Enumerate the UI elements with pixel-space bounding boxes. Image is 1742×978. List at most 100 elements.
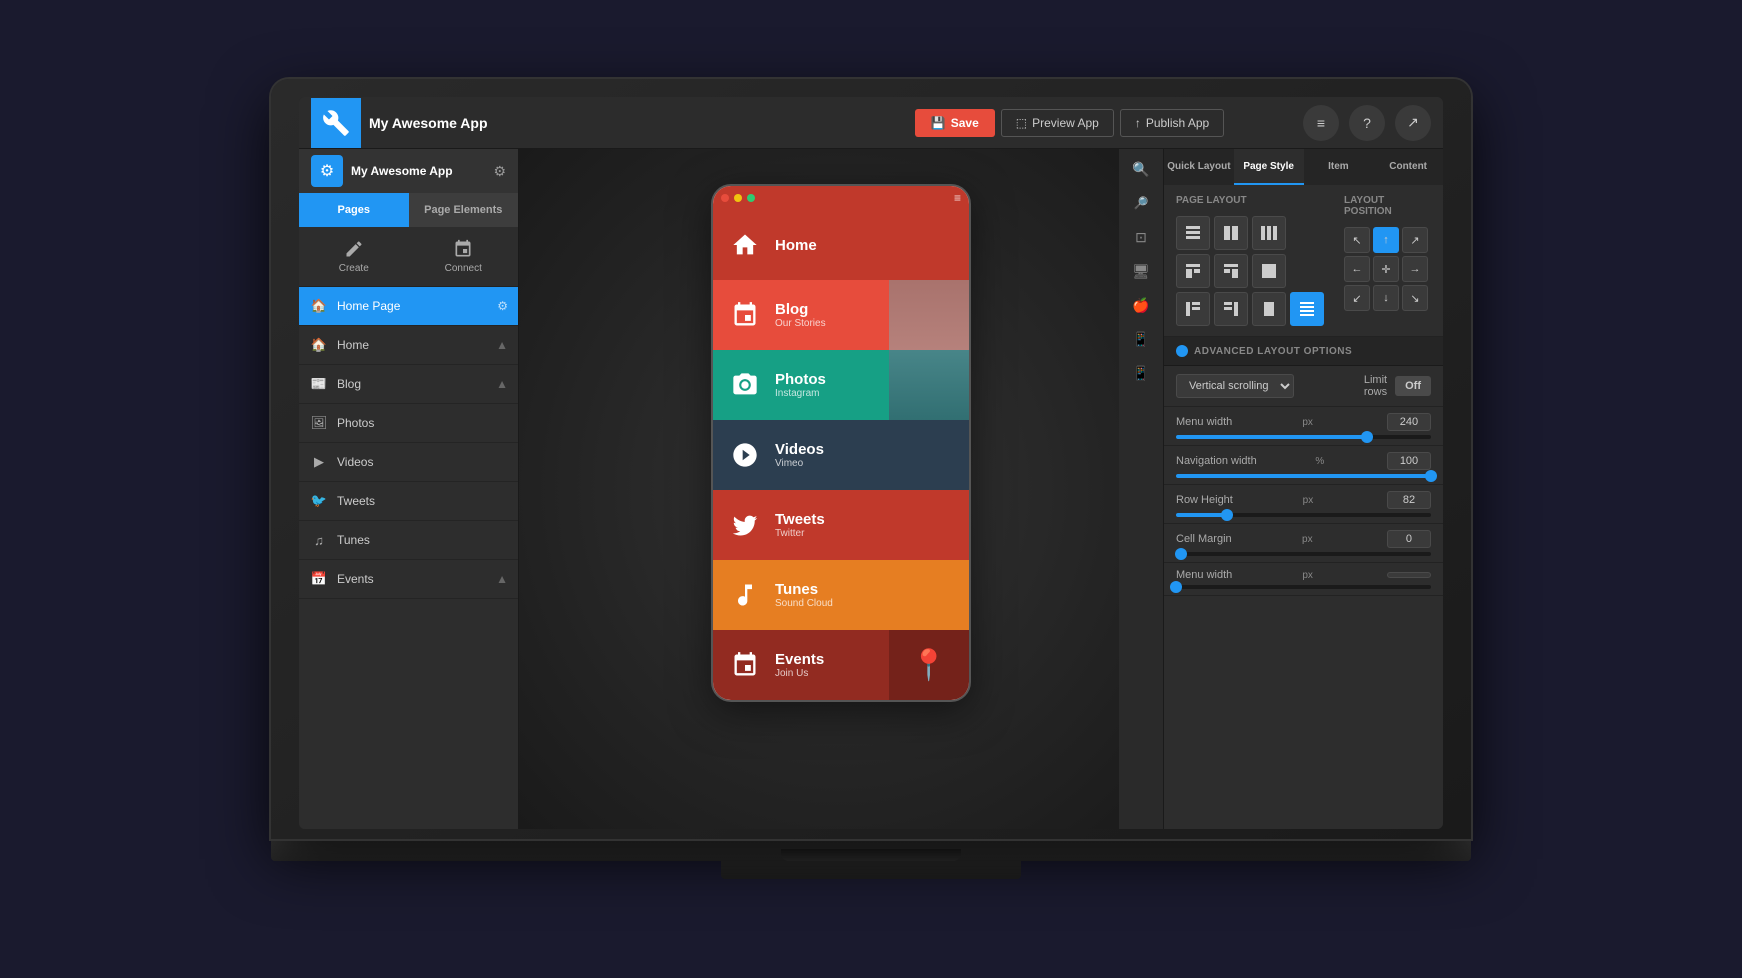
help-icon-button[interactable]: ? bbox=[1349, 105, 1385, 141]
dot-green bbox=[747, 194, 755, 202]
layout-sidebar-left-icon[interactable] bbox=[1176, 292, 1210, 326]
dot-red bbox=[721, 194, 729, 202]
mobile-view-button[interactable]: 📱 bbox=[1125, 357, 1157, 389]
export-icon: ↗ bbox=[1407, 114, 1419, 131]
cell-margin-track[interactable] bbox=[1176, 552, 1431, 556]
pos-middle-left[interactable]: ← bbox=[1344, 256, 1370, 282]
tab-quick-layout[interactable]: Quick Layout bbox=[1164, 149, 1234, 185]
export-icon-button[interactable]: ↗ bbox=[1395, 105, 1431, 141]
top-bar-right: ≡ ? ↗ bbox=[1303, 105, 1431, 141]
publish-button[interactable]: ↑ Publish App bbox=[1120, 109, 1224, 137]
connect-icon bbox=[453, 239, 473, 259]
menu-row-photos[interactable]: Photos Instagram bbox=[713, 350, 969, 420]
sidebar-item-tweets[interactable]: 🐦 Tweets bbox=[299, 482, 518, 521]
menu-row-tunes[interactable]: Tunes Sound Cloud bbox=[713, 560, 969, 630]
layout-full-icon[interactable] bbox=[1252, 254, 1286, 288]
android-button[interactable]: 📱 bbox=[1125, 323, 1157, 355]
layout-grid-left-icon[interactable] bbox=[1176, 254, 1210, 288]
apple-button[interactable]: 🍎 bbox=[1125, 289, 1157, 321]
tab-page-elements[interactable]: Page Elements bbox=[409, 193, 519, 227]
connect-action[interactable]: Connect bbox=[409, 227, 519, 286]
tab-pages[interactable]: Pages bbox=[299, 193, 409, 227]
menu-row-tweets[interactable]: Tweets Twitter bbox=[713, 490, 969, 560]
top-bar: My Awesome App 💾 Save ⬚ Preview App ↑ bbox=[299, 97, 1443, 149]
laptop-shell: My Awesome App 💾 Save ⬚ Preview App ↑ bbox=[271, 79, 1471, 899]
photos-menu-text: Photos Instagram bbox=[775, 371, 826, 399]
desktop-view-button[interactable]: 🖥 bbox=[1125, 255, 1157, 287]
layout-1col-icon[interactable] bbox=[1176, 216, 1210, 250]
zoom-out-button[interactable]: 🔎 bbox=[1125, 187, 1157, 219]
menu-row-videos[interactable]: Videos Vimeo bbox=[713, 420, 969, 490]
menu-width-2-slider-row: Menu width px bbox=[1164, 563, 1443, 596]
row-height-unit: px bbox=[1303, 495, 1314, 506]
menu-width-2-track[interactable] bbox=[1176, 585, 1431, 589]
nav-width-value[interactable]: 100 bbox=[1387, 452, 1431, 470]
menu-width-2-thumb[interactable] bbox=[1170, 581, 1182, 593]
menu-row-events[interactable]: Events Join Us 📍 bbox=[713, 630, 969, 700]
pos-bottom-right[interactable]: ↘ bbox=[1402, 285, 1428, 311]
menu-width-unit: px bbox=[1302, 417, 1313, 428]
pos-top-right[interactable]: ↗ bbox=[1402, 227, 1428, 253]
pos-middle-right[interactable]: → bbox=[1402, 256, 1428, 282]
sidebar-item-home[interactable]: 🏠 Home ▲ bbox=[299, 326, 518, 365]
home-icon: 🏠 bbox=[309, 335, 329, 355]
limit-rows-toggle[interactable]: Off bbox=[1395, 376, 1431, 396]
layout-center-icon[interactable] bbox=[1252, 292, 1286, 326]
menu-width-track[interactable] bbox=[1176, 435, 1431, 439]
cell-margin-thumb[interactable] bbox=[1175, 548, 1187, 560]
tunes-icon: ♫ bbox=[309, 530, 329, 550]
tunes-menu-text: Tunes Sound Cloud bbox=[775, 581, 833, 609]
preview-button[interactable]: ⬚ Preview App bbox=[1001, 109, 1114, 137]
pos-bottom-left[interactable]: ↙ bbox=[1344, 285, 1370, 311]
sidebar-settings-icon[interactable]: ⚙ bbox=[493, 163, 506, 180]
main-content: ⚙ My Awesome App ⚙ Pages Page Elements bbox=[299, 149, 1443, 829]
preview-toolbar: 🔍 🔎 ⊡ 🖥 🍎 📱 📱 bbox=[1119, 149, 1163, 829]
menu-width-thumb[interactable] bbox=[1361, 431, 1373, 443]
sidebar-item-blog[interactable]: 📰 Blog ▲ bbox=[299, 365, 518, 404]
layout-sidebar-right-icon[interactable] bbox=[1214, 292, 1248, 326]
layout-2col-icon[interactable] bbox=[1214, 216, 1248, 250]
sidebar-item-events[interactable]: 📅 Events ▲ bbox=[299, 560, 518, 599]
laptop-notch bbox=[781, 849, 961, 861]
row-height-track[interactable] bbox=[1176, 513, 1431, 517]
sidebar-item-tunes[interactable]: ♫ Tunes bbox=[299, 521, 518, 560]
tab-page-style[interactable]: Page Style bbox=[1234, 149, 1304, 185]
cell-margin-unit: px bbox=[1302, 534, 1313, 545]
row-height-value[interactable]: 82 bbox=[1387, 491, 1431, 509]
events-bg-image: 📍 bbox=[889, 630, 969, 700]
cell-margin-value[interactable]: 0 bbox=[1387, 530, 1431, 548]
videos-icon: ▶ bbox=[309, 452, 329, 472]
tab-item[interactable]: Item bbox=[1304, 149, 1374, 185]
blog-menu-text: Blog Our Stories bbox=[775, 301, 826, 329]
menu-row-blog[interactable]: Blog Our Stories bbox=[713, 280, 969, 350]
blog-menu-icon bbox=[727, 297, 763, 333]
row-height-thumb[interactable] bbox=[1221, 509, 1233, 521]
dot-yellow bbox=[734, 194, 742, 202]
pos-top-center[interactable]: ↑ bbox=[1373, 227, 1399, 253]
pos-top-left[interactable]: ↖ bbox=[1344, 227, 1370, 253]
pos-bottom-center[interactable]: ↓ bbox=[1373, 285, 1399, 311]
nav-width-track[interactable] bbox=[1176, 474, 1431, 478]
videos-menu-icon bbox=[727, 437, 763, 473]
fit-screen-button[interactable]: ⊡ bbox=[1125, 221, 1157, 253]
scrolling-option-row: Vertical scrolling Limit rows Off bbox=[1164, 366, 1443, 407]
layout-3col-icon[interactable] bbox=[1252, 216, 1286, 250]
pos-center[interactable]: ✛ bbox=[1373, 256, 1399, 282]
scrolling-dropdown[interactable]: Vertical scrolling bbox=[1176, 374, 1294, 398]
sidebar-item-videos[interactable]: ▶ Videos bbox=[299, 443, 518, 482]
list-icon: ≡ bbox=[1317, 115, 1325, 131]
menu-row-home[interactable]: Home bbox=[713, 210, 969, 280]
menu-width-value[interactable]: 240 bbox=[1387, 413, 1431, 431]
zoom-in-button[interactable]: 🔍 bbox=[1125, 153, 1157, 185]
create-action[interactable]: Create bbox=[299, 227, 409, 286]
list-icon-button[interactable]: ≡ bbox=[1303, 105, 1339, 141]
menu-width-2-value[interactable] bbox=[1387, 572, 1431, 578]
layout-grid-right-icon[interactable] bbox=[1214, 254, 1248, 288]
tab-content[interactable]: Content bbox=[1373, 149, 1443, 185]
sidebar-item-photos[interactable]: 🖼 Photos bbox=[299, 404, 518, 443]
save-button[interactable]: 💾 Save bbox=[915, 109, 995, 137]
nav-width-thumb[interactable] bbox=[1425, 470, 1437, 482]
sidebar-item-homepage[interactable]: 🏠 Home Page ⚙ bbox=[299, 287, 518, 326]
layout-list-active-icon[interactable] bbox=[1290, 292, 1324, 326]
pencil-icon bbox=[344, 239, 364, 259]
